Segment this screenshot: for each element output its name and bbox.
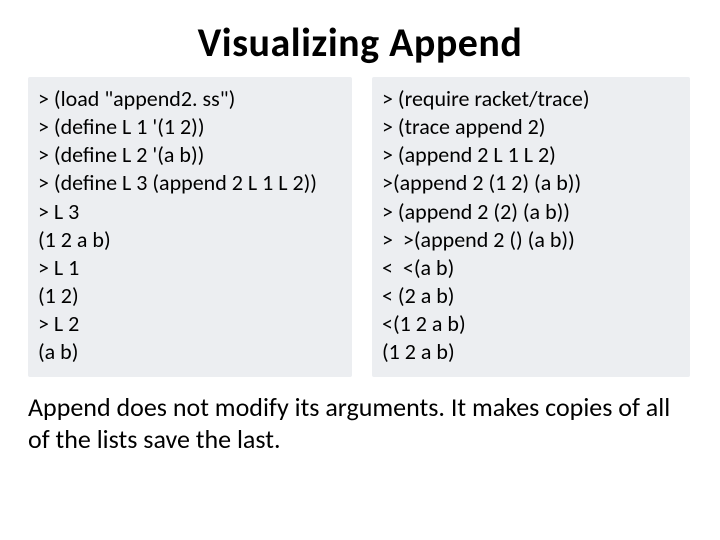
page-title: Visualizing Append [28, 18, 692, 67]
code-right: > (require racket/trace) > (trace append… [372, 77, 690, 377]
footer-note: Append does not modify its arguments. It… [28, 391, 692, 456]
code-line: > (require racket/trace) [382, 85, 680, 113]
code-line: > (append 2 (2) (a b)) [382, 198, 680, 226]
code-line: > (define L 2 '(a b)) [38, 141, 342, 169]
code-line: > (define L 3 (append 2 L 1 L 2)) [38, 169, 342, 197]
code-line: <(1 2 a b) [382, 310, 680, 338]
code-line: (a b) [38, 338, 342, 366]
code-line: > (append 2 L 1 L 2) [382, 141, 680, 169]
code-line: > L 1 [38, 254, 342, 282]
code-columns: > (load "append2. ss") > (define L 1 '(1… [28, 77, 692, 377]
code-line: (1 2 a b) [38, 226, 342, 254]
code-line: > (load "append2. ss") [38, 85, 342, 113]
code-line: > (define L 1 '(1 2)) [38, 113, 342, 141]
code-line: > (trace append 2) [382, 113, 680, 141]
code-line: >(append 2 (1 2) (a b)) [382, 169, 680, 197]
code-line: > >(append 2 () (a b)) [382, 226, 680, 254]
code-line: (1 2 a b) [382, 338, 680, 366]
code-line: < <(a b) [382, 254, 680, 282]
code-line: < (2 a b) [382, 282, 680, 310]
code-line: > L 2 [38, 310, 342, 338]
code-line: > L 3 [38, 198, 342, 226]
code-left: > (load "append2. ss") > (define L 1 '(1… [28, 77, 352, 377]
code-line: (1 2) [38, 282, 342, 310]
slide: Visualizing Append > (load "append2. ss"… [0, 0, 720, 540]
